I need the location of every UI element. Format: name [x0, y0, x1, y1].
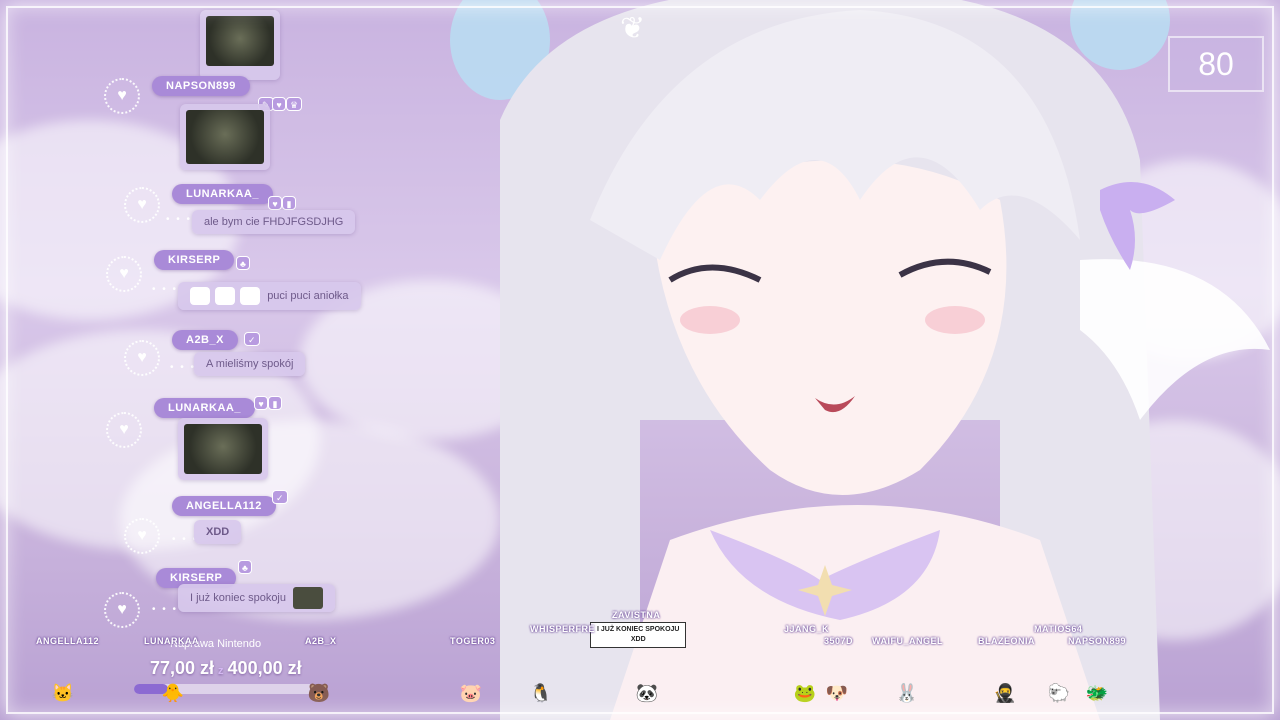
viewer-name: NAPSON899 [1068, 636, 1127, 646]
viewer-name: A2B_X [305, 636, 337, 646]
chat-image-top [200, 10, 280, 80]
heart-icon: ♥ [124, 187, 160, 223]
goal-current: 77,00 zł [150, 658, 215, 678]
chat-dots: • • • [166, 214, 193, 225]
viewer-pet-icon: 🐱 [51, 683, 75, 703]
chat-badge: ♣ [236, 256, 250, 270]
goal-target: 400,00 zł [227, 658, 302, 678]
viewer-name: 3507D [824, 636, 854, 646]
chat-username: ANGELLA112 [172, 496, 276, 516]
heart-icon: ♥ [106, 412, 142, 448]
chat-badge: ✓ [244, 332, 260, 346]
viewer-pet-icon: 🐼 [635, 683, 659, 703]
speech-line: I JUŻ KONIEC SPOKOJU [597, 626, 680, 633]
viewer-pet-icon: 🐲 [1085, 683, 1109, 703]
chat-dots: • • • [170, 362, 197, 373]
viewer-pet-icon: 🐶 [825, 683, 849, 703]
speech-line: XDD [630, 636, 646, 643]
chat-image [178, 418, 268, 480]
butterfly-icon: ❦ [620, 12, 645, 45]
goal-amount: 77,00 zł z 400,00 zł [150, 658, 302, 679]
chat-username: LUNARKAA_ [172, 184, 273, 204]
heart-icon: ♥ [106, 256, 142, 292]
viewer-pet-icon: 🐸 [793, 683, 817, 703]
emote-icon [240, 287, 261, 306]
viewer-name: WHISPERFRE [530, 624, 596, 634]
viewer-name: LUNARKAA [144, 636, 199, 646]
chat-badge: ♥ [268, 196, 282, 210]
counter-display: 80 [1168, 36, 1264, 92]
chat-badge: ✓ [272, 490, 288, 504]
viewer-speech-bubble: I JUŻ KONIEC SPOKOJU XDD [590, 622, 687, 648]
chat-message: ale bym cie FHDJFGSDJHG [192, 210, 356, 234]
emote-icon [190, 287, 210, 306]
chat-username: KIRSERP [154, 250, 235, 270]
emote-icon [293, 587, 324, 610]
chat-badge: ♥ [272, 97, 286, 111]
viewer-pet-icon: 🥷 [993, 683, 1017, 703]
heart-icon: ♥ [124, 340, 160, 376]
chat-message: XDD [194, 520, 242, 544]
chat-username: NAPSON899 [152, 76, 250, 96]
viewer-pet-icon: 🐻 [307, 683, 331, 703]
chat-username: A2B_X [172, 330, 238, 350]
viewer-name: TOGER03 [450, 636, 496, 646]
viewer-name: MATIOS64 [1034, 624, 1083, 634]
chat-image [180, 104, 270, 170]
heart-icon: ♥ [124, 518, 160, 554]
viewer-pet-icon: 🐧 [529, 683, 553, 703]
chat-badge: ♣ [238, 560, 252, 574]
chat-badge: ♛ [286, 97, 303, 111]
heart-icon: ♥ [104, 592, 140, 628]
viewer-name: ZAVISTNA [612, 610, 661, 620]
viewer-pet-icon: 🐑 [1047, 683, 1071, 703]
chat-overlay: ♥ NAPSON899 ✎ ♥ ♛ ♥ LUNARKAA_ ♥ ▮ • • • … [100, 0, 361, 630]
chat-message: A mieliśmy spokój [194, 352, 306, 376]
chat-dots: • • • [152, 604, 179, 615]
right-blush [925, 306, 985, 334]
viewer-name: BLAZEONIA [978, 636, 1035, 646]
chat-message-text: puci puci aniołka [267, 290, 349, 302]
chat-username: LUNARKAA_ [154, 398, 255, 418]
vtuber-avatar: ❦ [450, 0, 1270, 720]
heart-icon: ♥ [104, 78, 140, 114]
chat-message-text: I już koniec spokoju [190, 592, 286, 604]
viewer-name: ANGELLA112 [36, 636, 100, 646]
viewer-pet-icon: 🐷 [459, 683, 483, 703]
right-horn [1070, 0, 1170, 70]
chat-badge: ♥ [254, 396, 268, 410]
chat-badge: ▮ [282, 196, 296, 210]
emote-icon [215, 287, 236, 306]
viewer-pet-icon: 🐥 [161, 683, 185, 703]
goal-separator: z [218, 665, 224, 677]
chat-badge: ▮ [268, 396, 282, 410]
viewer-name: WAIFU_ANGEL [872, 636, 944, 646]
viewer-pet-icon: 🐰 [895, 683, 919, 703]
left-blush [680, 306, 740, 334]
chat-message: puci puci aniołka [178, 282, 361, 310]
chat-dots: • • • [152, 284, 179, 295]
viewer-name: JJANG_K [784, 624, 830, 634]
chat-message: I już koniec spokoju [178, 584, 336, 612]
